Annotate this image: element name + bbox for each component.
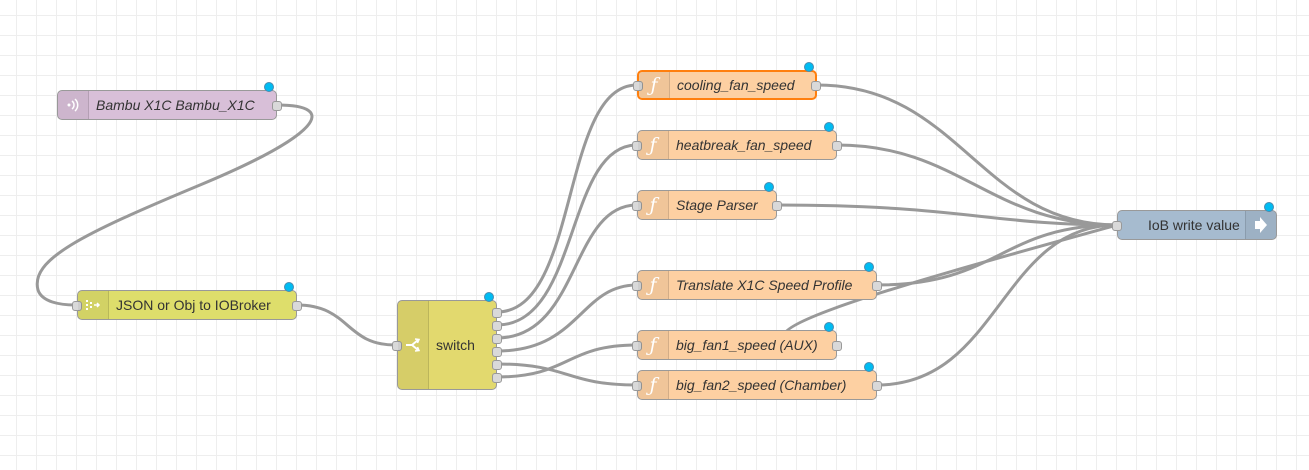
big-fan1-label: big_fan1_speed (AUX) <box>676 337 818 353</box>
heatbreak-status-dot <box>824 122 834 132</box>
translate-output-port[interactable] <box>872 281 882 291</box>
heatbreak-fan-speed-label: heatbreak_fan_speed <box>676 137 812 153</box>
function-icon: ƒ <box>638 131 669 159</box>
switch-status-dot <box>484 292 494 302</box>
switch-output-port-5[interactable] <box>492 360 502 370</box>
bigfan1-output-port[interactable] <box>832 341 842 351</box>
stage-parser-label: Stage Parser <box>676 197 758 213</box>
big-fan2-label: big_fan2_speed (Chamber) <box>676 377 847 393</box>
function-icon: ƒ <box>638 271 669 299</box>
wire-stage-to-iob[interactable] <box>776 203 1118 227</box>
json-node[interactable]: JSON or Obj to IOBroker <box>72 290 302 320</box>
bigfan2-output-port[interactable] <box>872 381 882 391</box>
function-icon: ƒ <box>638 191 669 219</box>
mqtt-in-label: Bambu X1C Bambu_X1C <box>96 97 255 113</box>
function-icon: ƒ <box>639 72 670 98</box>
iob-status-dot <box>1264 202 1274 212</box>
wire-switch-to-cooling[interactable] <box>496 83 638 314</box>
bigfan2-status-dot <box>864 362 874 372</box>
function-node-stage-parser[interactable]: ƒ Stage Parser <box>632 190 782 220</box>
iob-input-port[interactable] <box>1112 221 1122 231</box>
switch-output-port-4[interactable] <box>492 347 502 357</box>
function-icon: ƒ <box>638 331 669 359</box>
function-node-translate-speed-profile[interactable]: ƒ Translate X1C Speed Profile <box>632 270 882 300</box>
stage-status-dot <box>764 182 774 192</box>
cooling-output-port[interactable] <box>811 81 821 91</box>
switch-output-port-3[interactable] <box>492 334 502 344</box>
function-node-cooling-fan-speed[interactable]: ƒ cooling_fan_speed <box>633 70 821 100</box>
stage-output-port[interactable] <box>772 201 782 211</box>
json-status-dot <box>284 282 294 292</box>
wire-json-to-switch[interactable] <box>296 303 396 347</box>
switch-node[interactable]: switch <box>392 300 502 390</box>
wire-switch-to-heatbreak[interactable] <box>496 143 638 327</box>
mqtt-signal-icon <box>58 91 89 119</box>
cooling-status-dot <box>804 62 814 72</box>
function-icon: ƒ <box>638 371 669 399</box>
function-node-big-fan2-speed[interactable]: ƒ big_fan2_speed (Chamber) <box>632 370 882 400</box>
mqtt-in-output-port[interactable] <box>272 101 282 111</box>
wire-cooling-to-iob[interactable] <box>816 83 1118 227</box>
wire-mqtt-to-json[interactable] <box>35 103 314 307</box>
wire-bigfan2-to-iob[interactable] <box>876 223 1118 387</box>
bigfan1-status-dot <box>824 322 834 332</box>
switch-label: switch <box>436 337 475 353</box>
wire-heatbreak-to-iob[interactable] <box>836 143 1118 227</box>
function-node-heatbreak-fan-speed[interactable]: ƒ heatbreak_fan_speed <box>632 130 842 160</box>
wire-switch-to-bigfan2[interactable] <box>496 362 638 387</box>
wire-translate-to-iob[interactable] <box>876 223 1118 287</box>
switch-output-port-2[interactable] <box>492 321 502 331</box>
iob-write-node[interactable]: IoB write value <box>1112 210 1277 240</box>
iob-output-icon <box>1245 211 1276 239</box>
switch-output-port-1[interactable] <box>492 308 502 318</box>
json-label: JSON or Obj to IOBroker <box>116 297 271 313</box>
translate-status-dot <box>864 262 874 272</box>
wire-switch-to-bigfan1[interactable] <box>496 343 638 379</box>
function-node-big-fan1-speed[interactable]: ƒ big_fan1_speed (AUX) <box>632 330 842 360</box>
iob-write-label: IoB write value <box>1148 217 1240 233</box>
wire-switch-to-translate[interactable] <box>496 283 638 353</box>
json-parser-icon <box>78 291 109 319</box>
heatbreak-output-port[interactable] <box>832 141 842 151</box>
cooling-fan-speed-label: cooling_fan_speed <box>677 77 795 93</box>
switch-branch-icon <box>398 301 429 389</box>
json-output-port[interactable] <box>292 301 302 311</box>
wire-switch-to-stage[interactable] <box>496 203 638 340</box>
switch-output-port-6[interactable] <box>492 373 502 383</box>
mqtt-in-node[interactable]: Bambu X1C Bambu_X1C <box>57 90 282 120</box>
translate-speed-label: Translate X1C Speed Profile <box>676 277 853 293</box>
mqtt-in-status-dot <box>264 82 274 92</box>
